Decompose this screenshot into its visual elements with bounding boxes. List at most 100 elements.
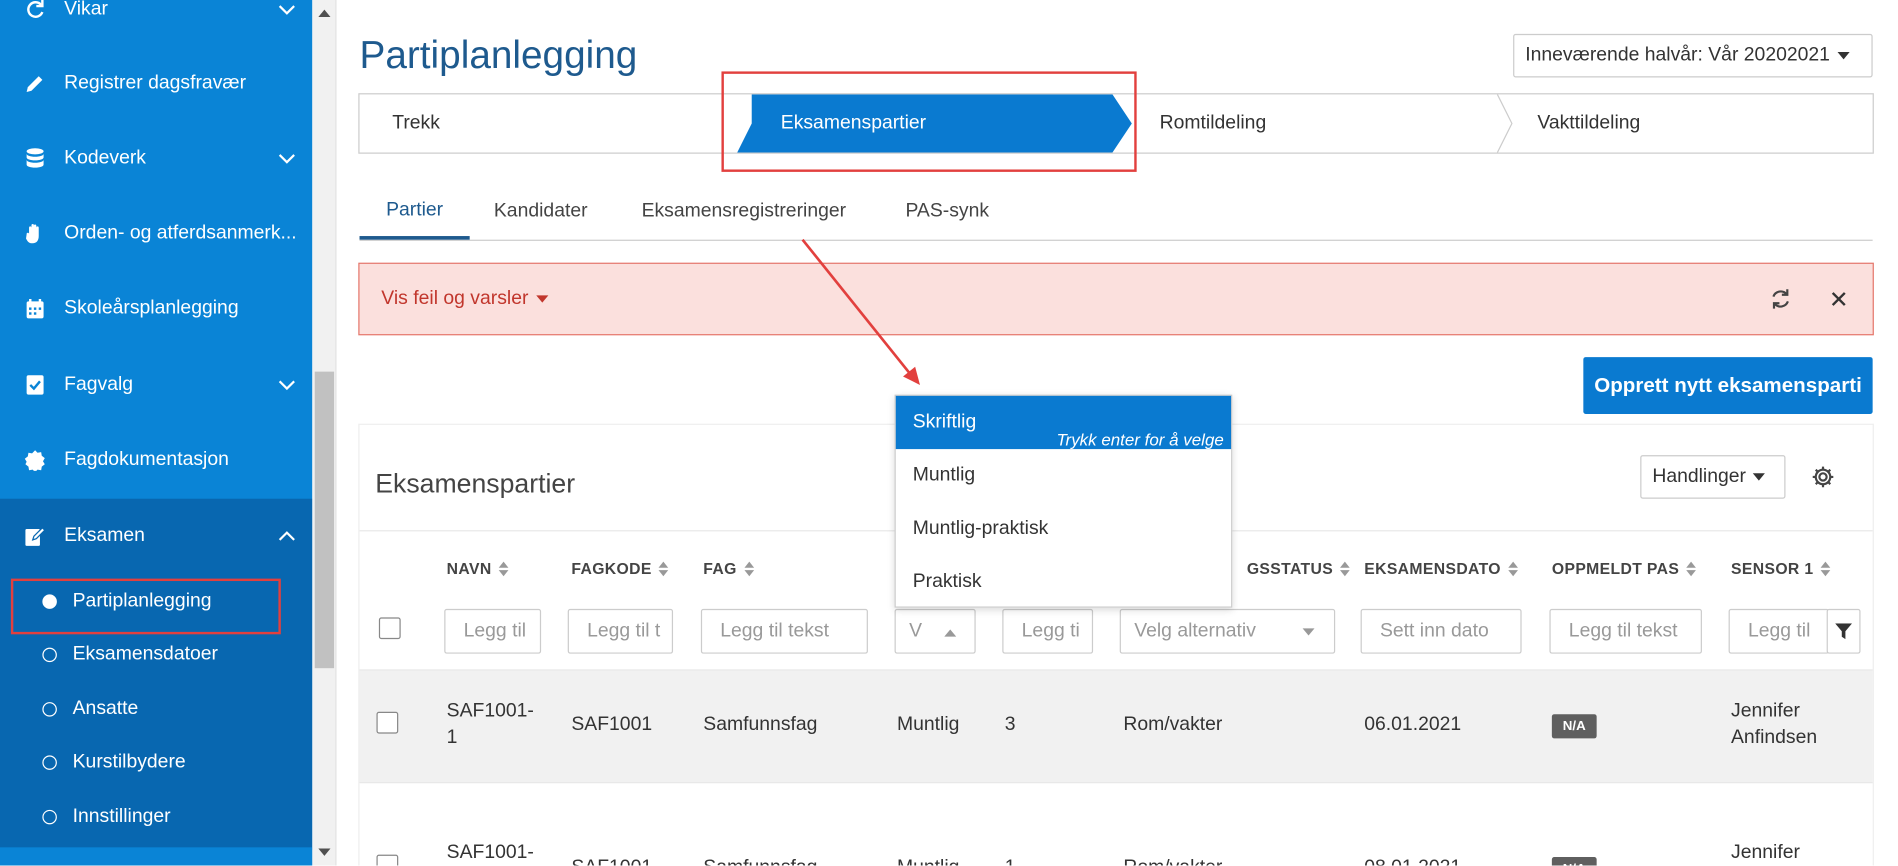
sidebar-subitem-ansatte[interactable]: Ansatte: [0, 685, 312, 733]
filter-form-select[interactable]: V: [894, 608, 976, 654]
semester-select[interactable]: Inneværende halvår: Vår 20202021: [1513, 33, 1873, 78]
cell-fagkode: SAF1001: [571, 714, 653, 735]
sidebar-item-fagvalg[interactable]: Fagvalg: [0, 351, 312, 419]
dropdown-option-muntlig[interactable]: Muntlig: [896, 449, 1231, 502]
table-row[interactable]: [359, 784, 1873, 866]
filter-fag-input[interactable]: [700, 608, 868, 654]
sidebar-subitem-label: Kurstilbydere: [72, 751, 186, 773]
dropdown-option-label: Muntlig: [912, 464, 976, 486]
dropdown-option-label: Skriftlig: [912, 411, 977, 433]
tab-partier[interactable]: Partier: [359, 184, 470, 240]
sidebar-subitem-label: Innstillinger: [72, 806, 171, 827]
wizard-step-label: Vakttildeling: [1537, 112, 1641, 134]
dropdown-option-skriftlig[interactable]: Skriftlig Trykk enter for å velge: [895, 395, 1232, 450]
refresh-icon[interactable]: [1769, 287, 1793, 311]
sort-icon: [658, 561, 669, 576]
sidebar-item-fagdokumentasjon[interactable]: Fagdokumentasjon: [0, 426, 312, 494]
create-exam-party-button[interactable]: Opprett nytt eksamensparti: [1583, 357, 1873, 414]
wizard-step-vakttildeling[interactable]: Vakttildeling: [1537, 94, 1640, 152]
sort-icon: [498, 561, 509, 576]
tab-kandidater[interactable]: Kandidater: [494, 184, 588, 240]
chevron-down-icon: [278, 380, 295, 391]
hand-icon: [22, 223, 49, 245]
database-icon: [22, 148, 49, 170]
cell-antall: 3: [1004, 714, 1016, 735]
filter-navn-input[interactable]: [444, 608, 542, 654]
sidebar-item-vikar[interactable]: Vikar: [0, 0, 312, 44]
select-all-checkbox[interactable]: [378, 617, 401, 640]
filter-antall-input[interactable]: [1002, 608, 1094, 654]
close-icon[interactable]: [1831, 292, 1846, 307]
caret-down-icon: [535, 295, 548, 303]
sidebar-subitem-eksamensdatoer[interactable]: Eksamensdatoer: [0, 631, 312, 679]
alert-toggle-label: Vis feil og varsler: [381, 288, 529, 309]
filter-button[interactable]: [1826, 608, 1861, 654]
cell-form: Muntlig: [897, 855, 959, 865]
tab-pas-synk[interactable]: PAS-synk: [905, 184, 989, 240]
cell-antall: 1: [1005, 855, 1016, 865]
row-checkbox[interactable]: [376, 711, 399, 734]
actions-button-label: Handlinger: [1652, 466, 1747, 487]
col-header-label: SENSOR 1: [1731, 559, 1814, 578]
sort-icon: [1820, 561, 1831, 576]
scroll-up-icon[interactable]: [318, 9, 331, 17]
col-header-label: FAGKODE: [571, 559, 652, 578]
col-header-navn[interactable]: NAVN: [447, 559, 509, 577]
col-header-sensor-1[interactable]: SENSOR 1: [1731, 559, 1831, 578]
annotation-box-wizard: [721, 71, 1137, 172]
filter-fagkode-input[interactable]: [567, 608, 674, 654]
page-title: Partiplanlegging: [359, 32, 638, 77]
sidebar-scrollbar[interactable]: [312, 0, 337, 866]
filter-status-select[interactable]: Velg alternativ: [1119, 608, 1336, 654]
tab-label: PAS-synk: [905, 200, 990, 222]
caret-down-icon: [1753, 473, 1766, 481]
cell-navn: SAF1001-1: [446, 700, 534, 749]
sidebar-subitem-label: Ansatte: [72, 698, 139, 720]
dropdown-option-muntlig-praktisk[interactable]: Muntlig-praktisk: [896, 502, 1231, 555]
sidebar-item-orden[interactable]: Orden- og atferdsanmerk...: [0, 200, 312, 268]
col-header-label: OPPMELDT PAS: [1551, 559, 1680, 578]
filter-pas-input[interactable]: [1549, 608, 1702, 654]
caret-up-icon: [944, 629, 957, 637]
sidebar-subitem-kurstilbydere[interactable]: Kurstilbydere: [0, 738, 312, 786]
gear-icon[interactable]: [1811, 465, 1835, 489]
dropdown-option-praktisk[interactable]: Praktisk: [896, 556, 1231, 609]
card-title: Eksamenspartier: [375, 468, 576, 499]
cell-sensor: Jennifer: [1731, 842, 1800, 864]
tab-eksamensregistreringer[interactable]: Eksamensregistreringer: [642, 184, 847, 240]
sidebar-subitem-innstillinger[interactable]: Innstillinger: [0, 793, 312, 841]
sidebar-item-label: Registrer dagsfravær: [64, 72, 247, 94]
filter-sensor-input[interactable]: [1728, 608, 1830, 654]
actions-button[interactable]: Handlinger: [1640, 455, 1786, 499]
col-header-status[interactable]: GSSTATUS: [1247, 559, 1351, 577]
wizard-step-romtildeling[interactable]: Romtildeling: [1160, 94, 1267, 152]
sort-icon: [1340, 561, 1351, 576]
filter-status-value: Velg alternativ: [1134, 620, 1256, 641]
sidebar-item-skolearsplanlegging[interactable]: Skoleårsplanlegging: [0, 275, 312, 343]
cell-navn: SAF1001-: [446, 842, 534, 864]
col-header-eksamensdato[interactable]: EKSAMENSDATO: [1364, 559, 1518, 577]
refresh-icon: [22, 0, 49, 21]
filter-dato-input[interactable]: [1360, 608, 1522, 654]
circle-icon: [42, 702, 57, 717]
cell-fag: Samfunnsfag: [703, 714, 818, 735]
col-header-oppmeldt-pas[interactable]: OPPMELDT PAS: [1551, 559, 1697, 578]
cell-form: Muntlig: [896, 714, 960, 735]
col-header-fagkode[interactable]: FAGKODE: [571, 559, 669, 578]
circle-icon: [42, 809, 57, 825]
row-checkbox[interactable]: [376, 854, 399, 866]
scroll-down-icon[interactable]: [318, 848, 331, 856]
scrollbar-thumb[interactable]: [314, 371, 335, 669]
tab-label: Kandidater: [493, 200, 588, 222]
sidebar-item-kodeverk[interactable]: Kodeverk: [0, 125, 312, 193]
sidebar-item-eksamen[interactable]: Eksamen: [0, 502, 312, 570]
alert-toggle[interactable]: Vis feil og varsler: [381, 288, 548, 310]
cell-status: Rom/vakter: [1123, 714, 1223, 735]
sidebar-item-label: Fagvalg: [64, 374, 134, 395]
col-header-fag[interactable]: FAG: [703, 559, 754, 577]
sidebar-item-registrer-dagsfravaer[interactable]: Registrer dagsfravær: [0, 50, 312, 118]
badge-icon: [22, 449, 49, 471]
sort-icon: [1508, 561, 1518, 576]
wizard-step-trekk[interactable]: Trekk: [392, 94, 440, 152]
alert-panel: Vis feil og varsler: [358, 262, 1874, 336]
